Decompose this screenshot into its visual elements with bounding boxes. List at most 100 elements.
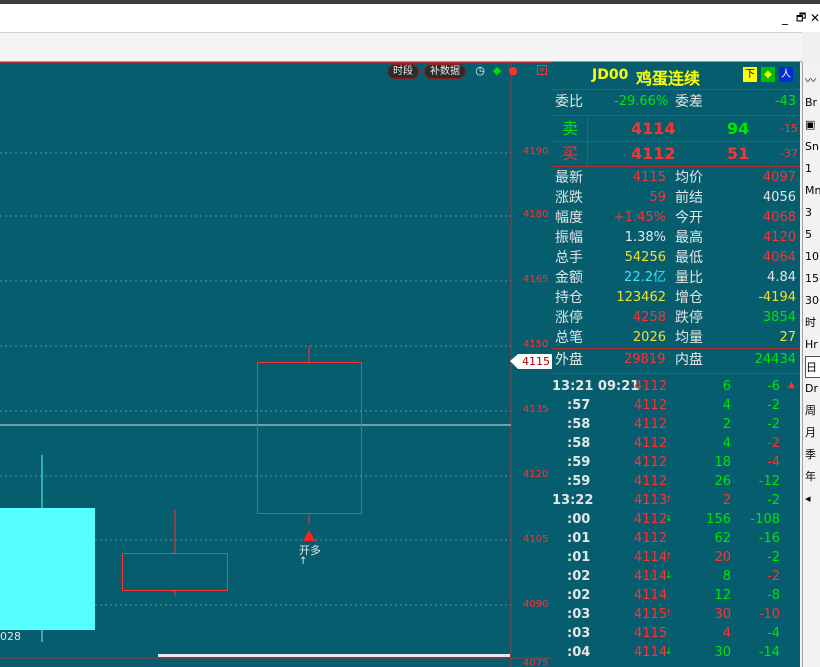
stat-label: 涨跌	[555, 190, 583, 206]
sell-row: 卖 4114 94 -15	[552, 117, 800, 141]
tick-change: -2	[767, 398, 780, 413]
period-item[interactable]: 30	[805, 290, 820, 312]
price-label: 4190	[523, 146, 549, 157]
stat-label: 最低	[675, 250, 703, 266]
tick-time: :00	[567, 512, 591, 527]
period-item[interactable]: Dr	[805, 378, 820, 400]
period-item[interactable]: Mn	[805, 180, 820, 202]
tick-row: :03 4115 ↑ 30 -10	[552, 605, 788, 624]
period-item[interactable]: 时	[805, 312, 820, 334]
tick-time: :04	[567, 645, 591, 660]
dot-icon[interactable]: ●	[507, 65, 519, 77]
tick-time: :01	[567, 550, 591, 565]
stat-label: 量比	[675, 270, 703, 286]
stat-label: 前结	[675, 190, 703, 206]
period-item[interactable]: Hr	[805, 334, 820, 356]
tick-volume: 30	[714, 607, 731, 622]
tick-time: :03	[567, 626, 591, 641]
period-item[interactable]: 3	[805, 202, 820, 224]
stat-label: 增仓	[675, 290, 703, 306]
tick-volume: 4	[722, 398, 731, 413]
period-item[interactable]: ◂	[805, 488, 820, 510]
cyan-candle-body	[0, 508, 95, 630]
period-item[interactable]: 1	[805, 158, 820, 180]
stat-value: 4120	[762, 230, 796, 245]
stats-row: 振幅 1.38% 最高 4120	[552, 228, 800, 248]
tick-arrow: ↑	[665, 495, 673, 505]
stat-label: 最新	[555, 170, 583, 186]
period-item[interactable]: Sn	[805, 136, 820, 158]
stats-row: 涨停 4258 跌停 3854	[552, 308, 800, 328]
period-button[interactable]: 时段	[387, 64, 419, 79]
stat-value: 123462	[616, 290, 666, 305]
stat-value: -4194	[758, 290, 796, 305]
tick-row: :03 4115 4 -4	[552, 624, 788, 643]
tick-change: -4	[767, 626, 780, 641]
window-bar	[0, 4, 820, 32]
tick-change: -16	[758, 531, 780, 546]
tick-row: 13:22 4113 ↑ 2 -2	[552, 491, 788, 510]
tick-time: :02	[567, 588, 591, 603]
tick-time: :03	[567, 607, 591, 622]
tick-price: 4112	[634, 417, 668, 432]
tick-change: -2	[767, 550, 780, 565]
price-label: 4150	[523, 339, 549, 350]
kline-chart[interactable]: 4190 4180 4165 4150 4135 4120 4105 4090 …	[0, 62, 552, 667]
stat-value: 3854	[762, 310, 796, 325]
period-item[interactable]: 月	[805, 422, 820, 444]
order-ratio-value: -29.66%	[614, 94, 669, 109]
download-button[interactable]: 下	[743, 67, 757, 82]
period-item[interactable]: 季	[805, 444, 820, 466]
stats-row: 幅度 +1.45% 今开 4068	[552, 208, 800, 228]
kline-icon[interactable]: ▣	[805, 114, 820, 136]
line-chart-icon[interactable]: 〰	[805, 70, 820, 92]
period-item[interactable]: 15	[805, 268, 820, 290]
chart-hscrollbar[interactable]	[158, 654, 510, 657]
tick-change: -8	[767, 588, 780, 603]
period-item[interactable]: Br	[805, 92, 820, 114]
red-candle-1-body	[122, 553, 228, 591]
tick-row: :59 4112 18 -4	[552, 453, 788, 472]
clock-icon[interactable]: ◷	[474, 65, 486, 77]
stat-value: 4064	[762, 250, 796, 265]
period-item[interactable]: 10	[805, 246, 820, 268]
restore-button[interactable]: 🗗	[796, 4, 806, 32]
stat-value: 4097	[762, 170, 796, 185]
tick-arrow: ↑	[665, 609, 673, 619]
fill-data-button[interactable]: 补数据	[424, 64, 466, 79]
tick-arrow: ↓	[665, 647, 673, 657]
stat-value: 1.38%	[624, 230, 666, 245]
buy-label: 买	[562, 144, 579, 163]
period-item[interactable]: 年	[805, 466, 820, 488]
tick-time: :59	[567, 474, 591, 489]
stat-value: +1.45%	[613, 210, 666, 225]
outer-inner-row: 外盘 29819 内盘 24434	[552, 350, 800, 370]
stat-label: 跌停	[675, 310, 703, 326]
stats-row: 金额 22.2亿 量比 4.84	[552, 268, 800, 288]
stat-label: 幅度	[555, 210, 583, 226]
scroll-up-icon[interactable]: ▲	[788, 380, 795, 390]
diamond-icon[interactable]: ◆	[491, 65, 503, 77]
price-label: 4135	[523, 404, 549, 415]
tick-volume: 30	[714, 645, 731, 660]
buy-change: -37	[780, 147, 798, 160]
minimize-button[interactable]: _	[782, 4, 788, 32]
period-item[interactable]: 日	[805, 356, 820, 378]
tick-price: 4114	[634, 550, 668, 565]
chart-close-icon[interactable]: ×	[537, 65, 547, 75]
person-button[interactable]: 人	[779, 67, 793, 82]
period-item[interactable]: 5	[805, 224, 820, 246]
period-item[interactable]: 周	[805, 400, 820, 422]
outer-volume-value: 29819	[624, 352, 666, 367]
tick-time: :02	[567, 569, 591, 584]
tick-row: :01 4114 ↑ 20 -2	[552, 548, 788, 567]
tick-change: -12	[758, 474, 780, 489]
tick-row: :57 4112 4 -2	[552, 396, 788, 415]
tick-price: 4115	[634, 607, 668, 622]
diamond-button[interactable]: ◆	[761, 67, 775, 82]
tick-price: 4112	[634, 379, 668, 394]
close-button[interactable]: ✕	[810, 4, 820, 32]
quote-title: JD00 鸡蛋连续 下 ◆ 人	[552, 62, 800, 90]
buy-row: 买 4112 51 -37	[552, 142, 800, 166]
tick-change: -2	[767, 569, 780, 584]
